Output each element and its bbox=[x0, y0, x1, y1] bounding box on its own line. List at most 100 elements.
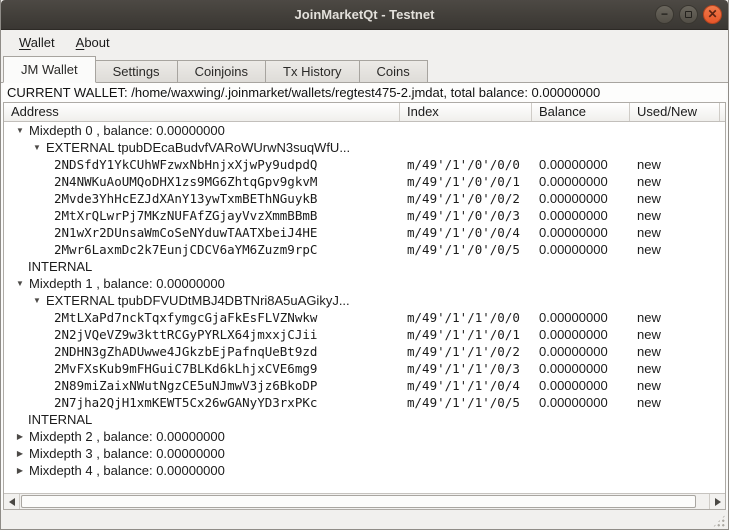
horizontal-scrollbar[interactable] bbox=[4, 493, 725, 509]
cell-filler bbox=[720, 122, 725, 139]
tree-row-address[interactable]: 2N2jVQeVZ9w3kttRCGyPYRLX64jmxxjCJiim/49'… bbox=[4, 326, 725, 343]
cell-balance bbox=[532, 292, 630, 309]
column-header-balance[interactable]: Balance bbox=[532, 103, 630, 121]
cell-filler bbox=[720, 139, 725, 156]
address-text: 2NDSfdY1YkCUhWFzwxNbHnjxXjwPy9udpdQ bbox=[54, 156, 317, 173]
cell-address: ▶Mixdepth 3 , balance: 0.00000000 bbox=[4, 445, 400, 462]
titlebar[interactable]: JoinMarketQt - Testnet − ✕ bbox=[1, 0, 728, 30]
cell-address: 2NDSfdY1YkCUhWFzwxNbHnjxXjwPy9udpdQ bbox=[4, 156, 400, 173]
scroll-left-button[interactable] bbox=[4, 494, 20, 509]
column-header-address[interactable]: Address bbox=[4, 103, 400, 121]
cell-used-new: new bbox=[630, 173, 720, 190]
cell-used-new bbox=[630, 445, 720, 462]
cell-filler bbox=[720, 343, 725, 360]
cell-index bbox=[400, 411, 532, 428]
cell-balance: 0.00000000 bbox=[532, 309, 630, 326]
cell-used-new: new bbox=[630, 190, 720, 207]
cell-used-new bbox=[630, 258, 720, 275]
tab-bar: JM WalletSettingsCoinjoinsTx HistoryCoin… bbox=[1, 55, 728, 83]
menubar: Wallet About bbox=[1, 30, 728, 55]
expanded-arrow-icon[interactable]: ▼ bbox=[11, 275, 29, 292]
collapsed-arrow-icon[interactable]: ▶ bbox=[11, 428, 29, 445]
scroll-left-icon bbox=[9, 498, 15, 506]
cell-index: m/49'/1'/0'/0/2 bbox=[400, 190, 532, 207]
close-icon: ✕ bbox=[707, 8, 717, 20]
close-button[interactable]: ✕ bbox=[703, 5, 722, 24]
address-text: 2N4NWKuAoUMQoDHX1zs9MG6ZhtqGpv9gkvM bbox=[54, 173, 317, 190]
tree-row-address[interactable]: 2N7jha2QjH1xmKEWT5Cx26wGANyYD3rxPKcm/49'… bbox=[4, 394, 725, 411]
cell-used-new bbox=[630, 139, 720, 156]
tree-row-address[interactable]: 2MvFXsKub9mFHGuiC7BLKd6kLhjxCVE6mg9m/49'… bbox=[4, 360, 725, 377]
cell-address: 2N2jVQeVZ9w3kttRCGyPYRLX64jmxxjCJii bbox=[4, 326, 400, 343]
minimize-button[interactable]: − bbox=[655, 5, 674, 24]
tree-row-address[interactable]: 2Mvde3YhHcEZJdXAnY13ywTxmBEThNGuykBm/49'… bbox=[4, 190, 725, 207]
tree-row-branch[interactable]: INTERNAL bbox=[4, 258, 725, 275]
tree-row-branch[interactable]: ▼EXTERNAL tpubDEcaBudvfVARoWUrwN3suqWfU.… bbox=[4, 139, 725, 156]
tree-label: EXTERNAL tpubDEcaBudvfVARoWUrwN3suqWfU..… bbox=[46, 139, 350, 156]
tree-row-address[interactable]: 2Mwr6LaxmDc2k7EunjCDCV6aYM6Zuzm9rpCm/49'… bbox=[4, 241, 725, 258]
collapsed-arrow-icon[interactable]: ▶ bbox=[11, 462, 29, 479]
cell-filler bbox=[720, 190, 725, 207]
tree-label: Mixdepth 2 , balance: 0.00000000 bbox=[29, 428, 225, 445]
tree-row-mixdepth-0[interactable]: ▼Mixdepth 0 , balance: 0.00000000 bbox=[4, 122, 725, 139]
cell-balance: 0.00000000 bbox=[532, 156, 630, 173]
scroll-right-button[interactable] bbox=[709, 494, 725, 509]
tab-jm-wallet[interactable]: JM Wallet bbox=[3, 56, 96, 83]
tree-row-branch[interactable]: INTERNAL bbox=[4, 411, 725, 428]
tree-row-mixdepth-3[interactable]: ▶Mixdepth 3 , balance: 0.00000000 bbox=[4, 445, 725, 462]
address-text: 2NDHN3gZhADUwwe4JGkzbEjPafnqUeBt9zd bbox=[54, 343, 317, 360]
tree-row-mixdepth-4[interactable]: ▶Mixdepth 4 , balance: 0.00000000 bbox=[4, 462, 725, 479]
cell-address: ▶Mixdepth 2 , balance: 0.00000000 bbox=[4, 428, 400, 445]
cell-used-new: new bbox=[630, 394, 720, 411]
tree-row-mixdepth-2[interactable]: ▶Mixdepth 2 , balance: 0.00000000 bbox=[4, 428, 725, 445]
cell-address: 2NDHN3gZhADUwwe4JGkzbEjPafnqUeBt9zd bbox=[4, 343, 400, 360]
tab-settings[interactable]: Settings bbox=[95, 60, 178, 83]
column-header-used-new[interactable]: Used/New bbox=[630, 103, 720, 121]
cell-balance: 0.00000000 bbox=[532, 241, 630, 258]
expanded-arrow-icon[interactable]: ▼ bbox=[28, 139, 46, 156]
cell-index: m/49'/1'/1'/0/5 bbox=[400, 394, 532, 411]
cell-address: 2N4NWKuAoUMQoDHX1zs9MG6ZhtqGpv9gkvM bbox=[4, 173, 400, 190]
cell-filler bbox=[720, 173, 725, 190]
tree-row-address[interactable]: 2NDSfdY1YkCUhWFzwxNbHnjxXjwPy9udpdQm/49'… bbox=[4, 156, 725, 173]
tree-row-address[interactable]: 2N1wXr2DUnsaWmCoSeNYduwTAATXbeiJ4HEm/49'… bbox=[4, 224, 725, 241]
cell-used-new: new bbox=[630, 241, 720, 258]
cell-used-new bbox=[630, 122, 720, 139]
cell-filler bbox=[720, 394, 725, 411]
cell-balance: 0.00000000 bbox=[532, 173, 630, 190]
cell-index bbox=[400, 258, 532, 275]
cell-address: 2N1wXr2DUnsaWmCoSeNYduwTAATXbeiJ4HE bbox=[4, 224, 400, 241]
cell-index: m/49'/1'/0'/0/1 bbox=[400, 173, 532, 190]
maximize-button[interactable] bbox=[679, 5, 698, 24]
column-header-index[interactable]: Index bbox=[400, 103, 532, 121]
tree-row-address[interactable]: 2N4NWKuAoUMQoDHX1zs9MG6ZhtqGpv9gkvM m/49'… bbox=[4, 173, 725, 190]
cell-filler bbox=[720, 462, 725, 479]
cell-address: ▼Mixdepth 0 , balance: 0.00000000 bbox=[4, 122, 400, 139]
tree-row-address[interactable]: 2NDHN3gZhADUwwe4JGkzbEjPafnqUeBt9zdm/49'… bbox=[4, 343, 725, 360]
tree-row-address[interactable]: 2MtXrQLwrPj7MKzNUFAfZGjayVvzXmmBBmBm/49'… bbox=[4, 207, 725, 224]
cell-filler bbox=[720, 411, 725, 428]
collapsed-arrow-icon[interactable]: ▶ bbox=[11, 445, 29, 462]
scrollbar-thumb[interactable] bbox=[21, 495, 696, 508]
cell-balance: 0.00000000 bbox=[532, 394, 630, 411]
cell-address: INTERNAL bbox=[4, 411, 400, 428]
tree-row-address[interactable]: 2MtLXaPd7nckTqxfymgcGjaFkEsFLVZNwkwm/49'… bbox=[4, 309, 725, 326]
wallet-panel: CURRENT WALLET: /home/waxwing/.joinmarke… bbox=[1, 83, 728, 510]
tab-tx-history[interactable]: Tx History bbox=[265, 60, 360, 83]
expanded-arrow-icon[interactable]: ▼ bbox=[11, 122, 29, 139]
menu-item-wallet[interactable]: Wallet bbox=[11, 33, 63, 52]
cell-balance: 0.00000000 bbox=[532, 224, 630, 241]
tree-label: INTERNAL bbox=[28, 258, 92, 275]
tree-row-address[interactable]: 2N89miZaixNWutNgzCE5uNJmwV3jz6BkoDPm/49'… bbox=[4, 377, 725, 394]
tree-label: Mixdepth 0 , balance: 0.00000000 bbox=[29, 122, 225, 139]
tree-row-branch[interactable]: ▼EXTERNAL tpubDFVUDtMBJ4DBTNri8A5uAGikyJ… bbox=[4, 292, 725, 309]
cell-address: ▶Mixdepth 4 , balance: 0.00000000 bbox=[4, 462, 400, 479]
tab-coins[interactable]: Coins bbox=[359, 60, 428, 83]
tree-row-mixdepth-1[interactable]: ▼Mixdepth 1 , balance: 0.00000000 bbox=[4, 275, 725, 292]
tab-coinjoins[interactable]: Coinjoins bbox=[177, 60, 266, 83]
menu-item-about[interactable]: About bbox=[68, 33, 118, 52]
resize-grip-icon[interactable] bbox=[712, 514, 726, 528]
scrollbar-track[interactable] bbox=[20, 494, 709, 509]
expanded-arrow-icon[interactable]: ▼ bbox=[28, 292, 46, 309]
cell-used-new: new bbox=[630, 343, 720, 360]
